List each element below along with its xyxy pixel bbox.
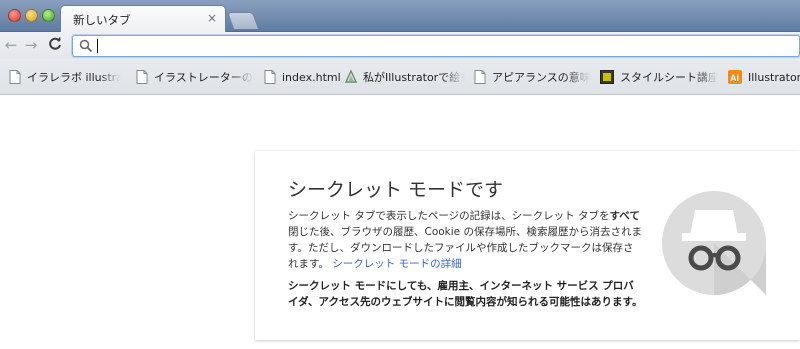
reload-icon[interactable] [46, 36, 64, 54]
bookmark-label: イラストレーターのバ [154, 71, 254, 84]
reload-glyph [49, 36, 61, 50]
close-icon[interactable]: × [207, 11, 217, 25]
page-icon [264, 70, 276, 84]
bookmark-label: index.html [282, 70, 340, 84]
triangle-logo-icon [345, 70, 357, 83]
bookmark-label: 私がIllustratorで絵を [363, 71, 465, 84]
incognito-warning: シークレット モードにしても、雇用主、インターネット サービス プロバイダ、アク… [288, 280, 643, 308]
bookmark-label: スタイルシート講座 [620, 71, 718, 84]
description-text: シークレット タブで表示したページの記録は、シークレット タブを [288, 210, 610, 222]
svg-text:Ai: Ai [730, 73, 739, 83]
text-caret [97, 39, 98, 53]
stylesheet-icon [600, 70, 614, 84]
bookmark-item[interactable]: 私がIllustratorで絵を [345, 69, 465, 85]
back-arrow-icon[interactable]: ← [2, 36, 20, 54]
bookmark-item[interactable]: イラレラボ illustrator [9, 69, 121, 85]
address-bar[interactable] [72, 35, 800, 57]
incognito-description: シークレット タブで表示したページの記録は、シークレット タブをすべて閉じた後、… [288, 208, 643, 272]
bookmark-item[interactable]: アピアランスの意味と [474, 69, 590, 85]
ai-icon: Ai [728, 70, 742, 84]
tab-new-tab[interactable]: 新しいタブ × [60, 5, 226, 32]
bookmark-label: Illustratorで [748, 71, 800, 84]
toolbar: ← → [0, 32, 800, 59]
bookmark-item[interactable]: イラストレーターのバ [136, 69, 254, 85]
incognito-card: シークレット モードです シークレット タブで表示したページの記録は、シークレッ… [255, 151, 800, 340]
bookmark-item[interactable]: スタイルシート講座 [600, 69, 718, 85]
close-window-button[interactable] [8, 9, 21, 22]
bookmark-item[interactable]: index.html [264, 69, 340, 85]
page-icon [474, 70, 486, 84]
learn-more-link[interactable]: シークレット モードの詳細 [332, 258, 461, 270]
bookmark-item[interactable]: Ai Illustratorで [728, 69, 800, 85]
minimize-window-button[interactable] [25, 9, 38, 22]
page-icon [9, 70, 21, 84]
search-icon [79, 39, 93, 53]
title-bar: 新しいタブ × [0, 0, 800, 32]
incognito-icon [662, 191, 766, 295]
new-tab-button[interactable] [226, 12, 260, 29]
bookmark-label: イラレラボ illustrator [27, 71, 121, 84]
bookmark-label: アピアランスの意味と [492, 71, 590, 84]
forward-arrow-icon[interactable]: → [22, 36, 40, 54]
description-emphasis: すべて [609, 210, 640, 222]
bookmarks-bar: イラレラボ illustrator イラストレーターのバ index.html … [0, 59, 800, 95]
page-icon [136, 70, 148, 84]
page-title: シークレット モードです [288, 179, 504, 201]
tab-title: 新しいタブ [73, 13, 131, 27]
zoom-window-button[interactable] [42, 9, 55, 22]
